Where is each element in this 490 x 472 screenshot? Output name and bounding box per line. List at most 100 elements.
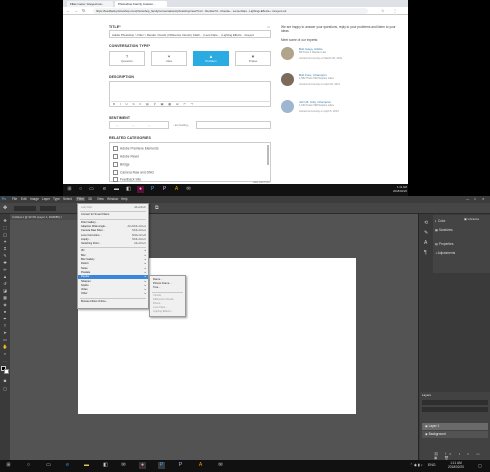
marquee-icon[interactable]: ⬚ xyxy=(2,225,8,230)
options-field[interactable] xyxy=(40,206,56,211)
expert-card[interactable]: Bob Gago, Adobe 85 Posts 1 Replies Like … xyxy=(281,45,401,69)
menu-help[interactable]: Help xyxy=(121,197,128,201)
options-field[interactable] xyxy=(14,206,36,211)
layer-row[interactable]: ◉ Background xyxy=(422,431,488,438)
paragraph-icon[interactable]: ¶ xyxy=(424,250,427,256)
menu-item[interactable]: 3D xyxy=(81,249,84,252)
search-icon[interactable]: ○ xyxy=(77,186,84,193)
blend-mode-select[interactable] xyxy=(422,407,488,412)
menu-item[interactable]: Render xyxy=(81,275,90,278)
character-icon[interactable]: A xyxy=(424,240,427,246)
menu-item[interactable]: Flame... xyxy=(153,278,162,281)
ctype-praise[interactable]: ♥ Praise xyxy=(235,51,271,66)
path-select-icon[interactable]: ➤ xyxy=(2,330,8,335)
menu-edit[interactable]: Edit xyxy=(21,197,27,201)
background-color[interactable] xyxy=(4,369,9,374)
menu-type[interactable]: Type xyxy=(53,197,60,201)
document-tab[interactable]: Untitled-1 @ 33.3% (Layer 1, RGB/8#) × xyxy=(10,214,80,220)
menu-item[interactable]: Clouds xyxy=(153,294,161,297)
menu-item[interactable]: Blur xyxy=(81,254,86,257)
menu-item[interactable]: Other xyxy=(81,292,88,295)
menu-item[interactable]: Pixelate xyxy=(81,271,90,274)
clock-bottom[interactable]: 1:11 AM 2018/02/20 xyxy=(440,461,472,469)
menu-item[interactable]: Distort xyxy=(81,262,89,265)
menu-file[interactable]: File xyxy=(12,197,17,201)
menu-item[interactable]: Lens Flare... xyxy=(153,306,167,309)
screen-mode-icon[interactable]: ▢ xyxy=(2,386,8,391)
quick-mask-icon[interactable]: ◙ xyxy=(2,378,8,383)
file-explorer-icon[interactable]: ▬ xyxy=(113,186,120,193)
ctype-question[interactable]: ? Question xyxy=(109,51,145,66)
store-icon[interactable]: ◧ xyxy=(125,186,132,193)
brush-icon[interactable]: ✏ xyxy=(2,267,8,272)
windows-start-icon[interactable]: ⊞ xyxy=(5,462,12,469)
history-brush-icon[interactable]: ↺ xyxy=(2,281,8,286)
quick-select-icon[interactable]: ✦ xyxy=(2,239,8,244)
illustrator-icon[interactable]: A xyxy=(173,186,180,193)
panel-swatches[interactable]: ▦ Swatches xyxy=(435,228,453,232)
layer-row[interactable]: ◉ Layer 1 xyxy=(422,423,488,430)
mail-icon[interactable]: ✉ xyxy=(185,186,192,193)
title-input[interactable]: Adobe Photoshop > Filter > Render: Cloud… xyxy=(109,30,271,38)
file-explorer-icon[interactable]: ▬ xyxy=(83,462,90,469)
mail-icon[interactable]: ✉ xyxy=(217,462,224,469)
mail-icon[interactable]: ✉ xyxy=(120,462,127,469)
panel-properties[interactable]: ▤ Properties xyxy=(435,242,453,246)
menu-item[interactable]: Adaptive Wide Angle... xyxy=(81,225,107,228)
menu-layer[interactable]: Layer xyxy=(42,197,50,201)
list-item[interactable]: Bridge xyxy=(113,162,130,167)
shape-icon[interactable]: ▭ xyxy=(2,337,8,342)
menu-item[interactable]: Filter Gallery... xyxy=(81,221,98,224)
history-icon[interactable]: ⟲ xyxy=(424,220,428,226)
url-field[interactable]: https://feedback.photoshop.com/photoshop… xyxy=(93,8,368,14)
move-icon[interactable]: ✥ xyxy=(2,218,8,223)
menu-item[interactable]: Difference Clouds xyxy=(153,298,174,301)
menu-item[interactable]: Camera Raw Filter... xyxy=(81,229,105,232)
lasso-icon[interactable]: ◯ xyxy=(2,232,8,237)
ctype-idea[interactable]: ✶ Idea xyxy=(151,51,187,66)
panel-color[interactable]: ◐ Color xyxy=(435,219,445,223)
edge-icon[interactable]: e xyxy=(101,186,108,193)
move-tool-icon[interactable]: ✥ xyxy=(3,205,7,211)
task-view-icon[interactable]: ▭ xyxy=(88,186,95,193)
language-indicator[interactable]: ENG xyxy=(428,463,436,467)
menu-item[interactable]: Fibers... xyxy=(153,302,162,305)
menu-item[interactable]: Noise xyxy=(81,267,88,270)
tray-icons[interactable]: ⌃ ◉ ▮ ♪ xyxy=(410,463,423,467)
align-icon[interactable]: ⧉ xyxy=(155,205,159,211)
chrome-icon[interactable]: ● xyxy=(137,186,144,193)
minimize-icon[interactable]: — xyxy=(466,197,469,201)
menu-item[interactable]: Lighting Effects... xyxy=(153,310,173,313)
layer-filter[interactable] xyxy=(422,400,488,405)
ctype-problem[interactable]: ▲ Problem xyxy=(193,51,229,66)
menu-item[interactable]: Browse Filters Online... xyxy=(81,300,108,303)
list-item[interactable]: Adobe Premiere Elements xyxy=(113,146,158,151)
clock-top[interactable]: 1:11 AM 2018/02/20 xyxy=(383,185,407,193)
description-editor[interactable]: B I U S ≡ ▤ ⚲ ▣ ▦ ⊞ ↶ ↷ xyxy=(109,81,271,107)
menu-view[interactable]: View xyxy=(97,197,104,201)
expert-card[interactable]: Bob Fore, Champion 1,582 Posts 540 Repli… xyxy=(281,71,401,95)
menu-filter[interactable]: Filter xyxy=(76,197,86,201)
list-scrollbar[interactable] xyxy=(267,145,269,165)
face-icon[interactable]: ◌ xyxy=(116,123,118,128)
menu-item[interactable]: Video xyxy=(81,288,88,291)
store-icon[interactable]: ◧ xyxy=(102,462,109,469)
maximize-icon[interactable]: □ xyxy=(474,197,476,201)
brush-panel-icon[interactable]: ✎ xyxy=(424,230,428,236)
menu-item[interactable]: Vanishing Point... xyxy=(81,242,101,245)
menu-item[interactable]: Last Filter xyxy=(81,206,92,209)
menu-icon[interactable]: ⋮ xyxy=(393,8,397,13)
pen-icon[interactable]: ✒ xyxy=(2,316,8,321)
menu-item[interactable]: Convert for Smart Filters xyxy=(81,213,109,216)
chrome-icon[interactable]: ● xyxy=(139,462,146,469)
menu-3d[interactable]: 3D xyxy=(88,197,92,201)
type-icon[interactable]: T xyxy=(2,323,8,328)
face-icon[interactable]: ◌ xyxy=(148,123,150,128)
reload-icon[interactable]: ↻ xyxy=(82,8,85,13)
list-item[interactable]: Adobe Revel xyxy=(113,154,139,159)
menu-item[interactable]: Picture Frame... xyxy=(153,282,171,285)
hand-icon[interactable]: ✋ xyxy=(2,344,8,349)
menu-item[interactable]: Stylize xyxy=(81,284,89,287)
close-icon[interactable]: ✕ xyxy=(482,197,485,201)
menu-item[interactable]: Blur Gallery xyxy=(81,258,95,261)
